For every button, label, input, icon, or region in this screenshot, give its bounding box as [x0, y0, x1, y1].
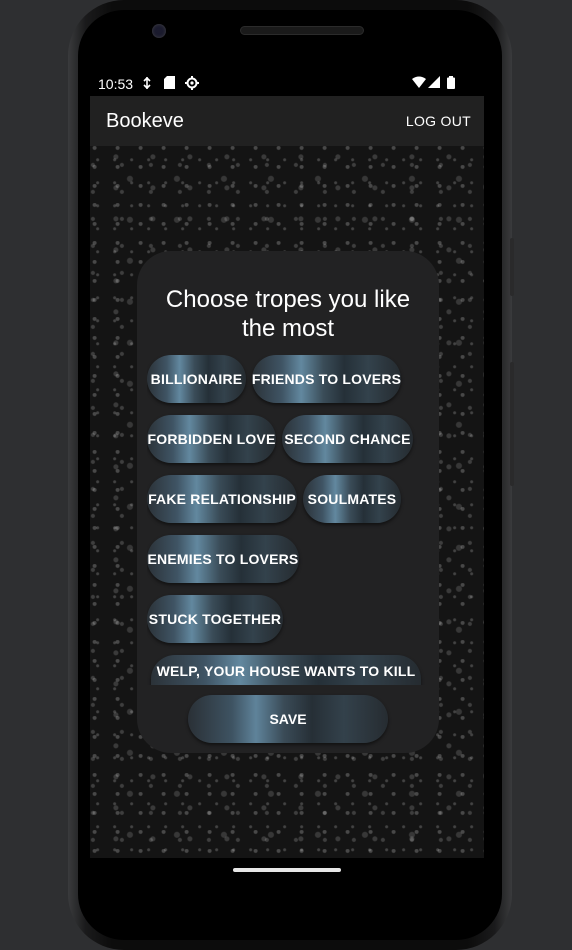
logout-button[interactable]: LOG OUT — [406, 113, 471, 129]
usb-debug-icon — [142, 76, 152, 93]
power-button — [510, 238, 514, 296]
settings-icon — [185, 76, 199, 93]
trope-chip-list[interactable]: BILLIONAIRE FRIENDS TO LOVERS FORBIDDEN … — [147, 355, 427, 685]
battery-icon — [447, 76, 455, 92]
trope-chip-soulmates[interactable]: SOULMATES — [303, 475, 401, 523]
trope-chip-fake-relationship[interactable]: FAKE RELATIONSHIP — [147, 475, 297, 523]
status-bar: 10:53 — [90, 70, 484, 96]
trope-chip-stuck-together[interactable]: STUCK TOGETHER — [147, 595, 283, 643]
trope-chip-friends-to-lovers[interactable]: FRIENDS TO LOVERS — [252, 355, 401, 403]
navigation-bar — [90, 858, 484, 882]
app-title: Bookeve — [106, 110, 184, 132]
trope-chip-billionaire[interactable]: BILLIONAIRE — [147, 355, 246, 403]
save-button[interactable]: SAVE — [188, 695, 388, 743]
front-camera — [152, 24, 166, 38]
trope-chip-welp-your-house-wants-to-kill-you[interactable]: WELP, YOUR HOUSE WANTS TO KILL YOU — [151, 655, 421, 685]
trope-chip-enemies-to-lovers[interactable]: ENEMIES TO LOVERS — [147, 535, 299, 583]
signal-icon — [428, 76, 440, 91]
trope-chip-forbidden-love[interactable]: FORBIDDEN LOVE — [147, 415, 276, 463]
earpiece-speaker — [240, 26, 364, 35]
status-time: 10:53 — [98, 76, 134, 92]
card-heading: Choose tropes you like the most — [165, 286, 411, 342]
app-bar: Bookeve LOG OUT — [90, 96, 484, 146]
wifi-icon — [412, 76, 426, 91]
volume-button — [510, 362, 514, 486]
sd-card-icon — [164, 76, 175, 92]
home-gesture-handle[interactable] — [233, 868, 341, 872]
trope-chip-second-chance[interactable]: SECOND CHANCE — [282, 415, 413, 463]
trope-selection-card: Choose tropes you like the most BILLIONA… — [137, 251, 439, 753]
